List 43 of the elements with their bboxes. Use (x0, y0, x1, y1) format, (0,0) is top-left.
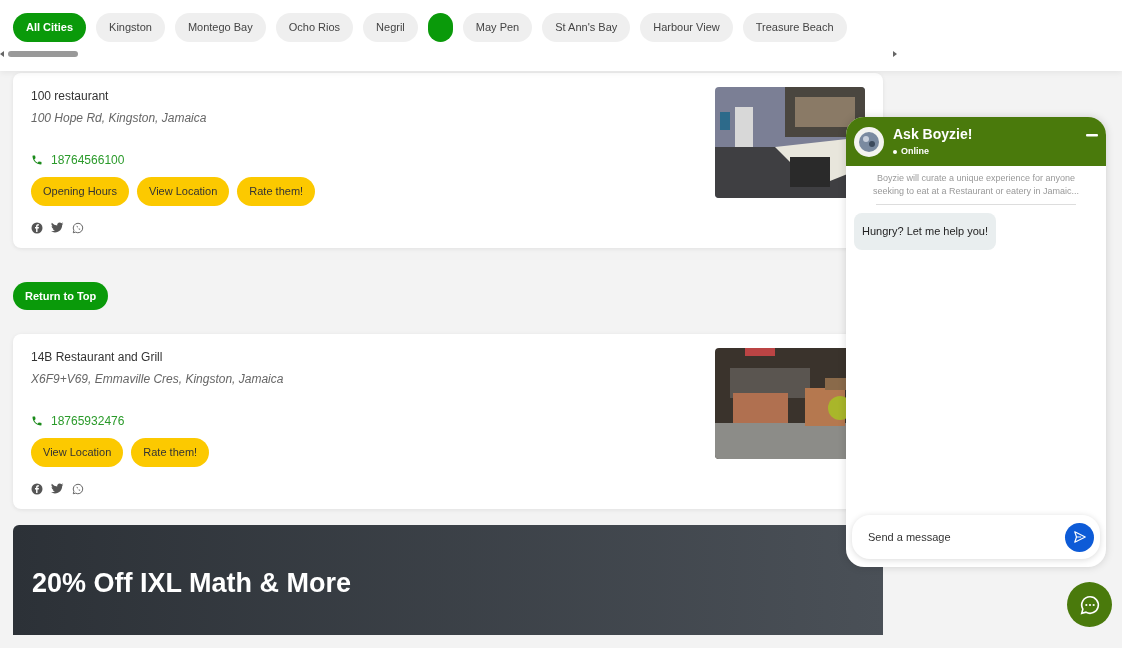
whatsapp-icon[interactable] (72, 482, 84, 495)
banner-title: 20% Off IXL Math & More (32, 566, 353, 600)
city-chip[interactable]: All Cities (13, 13, 87, 42)
send-button[interactable] (1065, 522, 1094, 552)
twitter-icon[interactable] (51, 482, 64, 495)
action-button[interactable]: Rate them! (131, 438, 210, 467)
facebook-icon[interactable] (31, 221, 43, 234)
status-dot-icon (893, 150, 897, 154)
phone-icon (31, 154, 43, 166)
city-chip[interactable]: Montego Bay (174, 13, 266, 42)
chat-title: Ask Boyzie! (893, 125, 974, 145)
city-chip[interactable]: Negril (363, 13, 418, 42)
action-button[interactable]: Opening Hours (31, 177, 129, 206)
minimize-icon (1086, 133, 1098, 138)
whatsapp-icon[interactable] (72, 221, 84, 234)
restaurant-address: X6F9+V69, Emmaville Cres, Kingston, Jamaica (31, 371, 284, 388)
phone-link[interactable]: 18765932476 (51, 412, 125, 430)
horizontal-scrollbar[interactable] (0, 48, 897, 60)
city-chip[interactable]: Kingston (96, 13, 165, 42)
chat-open-button[interactable] (1067, 582, 1112, 627)
restaurant-address: 100 Hope Rd, Kingston, Jamaica (31, 110, 208, 127)
avatar-icon (854, 126, 884, 157)
city-chip[interactable]: Harbour View (640, 13, 733, 42)
send-icon (1072, 530, 1087, 544)
chat-status: Online (901, 145, 929, 159)
action-button[interactable]: Rate them! (237, 177, 316, 206)
action-button[interactable]: View Location (31, 438, 124, 467)
return-to-top-button[interactable]: Return to Top (13, 281, 109, 310)
restaurant-name: 14B Restaurant and Grill (31, 349, 164, 366)
chat-bubble-icon (1078, 593, 1101, 616)
phone-link[interactable]: 18764566100 (51, 151, 125, 169)
city-chip[interactable] (427, 13, 453, 42)
chat-message: Hungry? Let me help you! (854, 213, 996, 250)
city-chip[interactable]: Ocho Rios (275, 13, 354, 42)
twitter-icon[interactable] (51, 221, 64, 234)
city-chip[interactable]: Treasure Beach (742, 13, 847, 42)
chat-intro: Boyzie will curate a unique experience for anyone seeking to eat at a Restaurant or eatery in Jamaic... (871, 172, 1081, 199)
action-button[interactable]: View Location (137, 177, 230, 206)
restaurant-name: 100 restaurant (31, 88, 110, 105)
phone-icon (31, 415, 43, 427)
city-chip[interactable]: May Pen (462, 13, 533, 42)
city-chip[interactable]: St Ann's Bay (542, 13, 631, 42)
facebook-icon[interactable] (31, 482, 43, 495)
